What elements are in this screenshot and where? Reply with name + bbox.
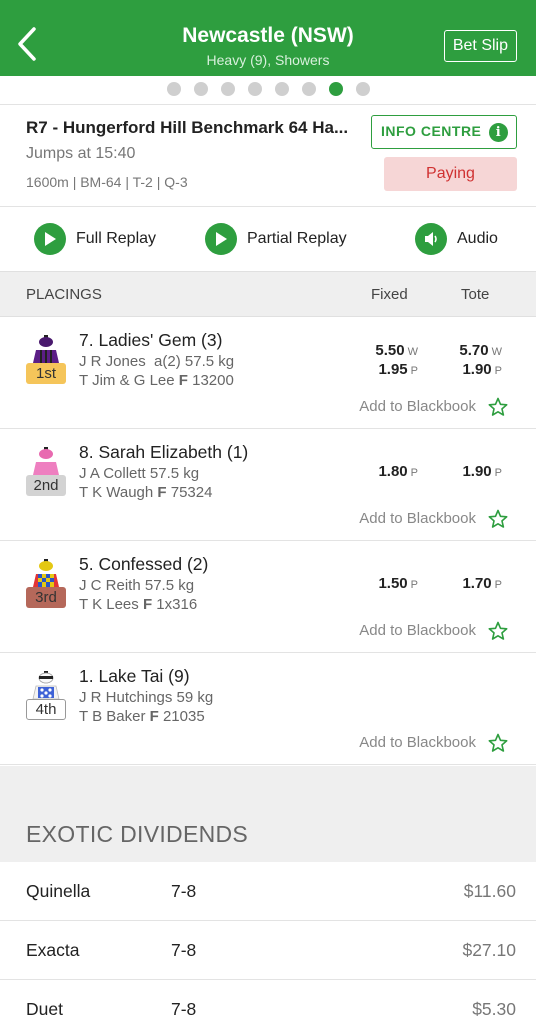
race-pager[interactable] — [0, 82, 536, 96]
fixed-column-header: Fixed — [371, 286, 408, 303]
add-to-blackbook-link[interactable]: Add to Blackbook — [359, 622, 476, 639]
pager-dot[interactable] — [193, 82, 208, 96]
tote-win-odds[interactable]: 5.70 W — [432, 342, 502, 359]
tote-place-odds[interactable]: 1.90 P — [432, 463, 502, 480]
bet-type: Duet — [26, 999, 63, 1019]
dividend: $11.60 — [463, 881, 516, 901]
fixed-place-odds[interactable]: 1.80 P — [348, 463, 418, 480]
place-badge: 4th — [26, 699, 66, 720]
combination: 7-8 — [171, 940, 197, 960]
race-title: R7 - Hungerford Hill Benchmark 64 Ha... — [26, 118, 349, 137]
bet-type: Exacta — [26, 940, 80, 960]
placings-header: PLACINGS Fixed Tote — [0, 271, 536, 317]
play-icon — [205, 223, 237, 255]
star-icon[interactable] — [488, 397, 508, 417]
place-badge: 2nd — [26, 475, 66, 496]
trainer-info: T Jim & G Lee F 13200 — [79, 372, 234, 389]
place-badge: 3rd — [26, 587, 66, 608]
bet-slip-button[interactable]: Bet Slip — [443, 30, 517, 62]
partial-replay-label: Partial Replay — [247, 230, 347, 247]
pager-dot[interactable] — [247, 82, 262, 96]
dividend: $5.30 — [472, 999, 516, 1019]
pager-dot[interactable] — [301, 82, 316, 96]
jump-time: Jumps at 15:40 — [26, 145, 136, 162]
combination: 7-8 — [171, 999, 197, 1019]
info-icon: i — [489, 123, 508, 142]
pager-dot[interactable] — [220, 82, 235, 96]
jockey-info: J R Hutchings 59 kg — [79, 689, 214, 706]
exotic-row: Quinella 7-8 $11.60 — [0, 862, 536, 921]
add-to-blackbook-link[interactable]: Add to Blackbook — [359, 398, 476, 415]
star-icon[interactable] — [488, 509, 508, 529]
combination: 7-8 — [171, 881, 197, 901]
runner-row[interactable]: 3rd 5. Confessed (2) J C Reith 57.5 kg T… — [0, 541, 536, 653]
tote-place-odds[interactable]: 1.70 P — [432, 575, 502, 592]
runner-row[interactable]: 1st 7. Ladies' Gem (3) J R Jones a(2) 57… — [0, 317, 536, 429]
place-badge: 1st — [26, 363, 66, 384]
exotic-dividends-title: EXOTIC DIVIDENDS — [26, 821, 249, 847]
pager-dot[interactable] — [355, 82, 370, 96]
add-to-blackbook-link[interactable]: Add to Blackbook — [359, 510, 476, 527]
info-centre-label: INFO CENTRE — [381, 123, 482, 139]
dividend: $27.10 — [462, 940, 516, 960]
tote-column-header: Tote — [461, 286, 490, 303]
pager-dot[interactable] — [274, 82, 289, 96]
placings-title: PLACINGS — [26, 286, 102, 303]
runner-name: 8. Sarah Elizabeth (1) — [79, 442, 249, 462]
trainer-info: T K Waugh F 75324 — [79, 484, 213, 501]
replay-bar: Full Replay Partial Replay Audio — [0, 207, 536, 271]
pager-dot-active[interactable] — [328, 82, 343, 96]
star-icon[interactable] — [488, 621, 508, 641]
status-badge: Paying — [384, 157, 517, 191]
runner-row[interactable]: 2nd 8. Sarah Elizabeth (1) J A Collett 5… — [0, 429, 536, 541]
race-meta: 1600m | BM-64 | T-2 | Q-3 — [26, 174, 188, 190]
play-icon — [34, 223, 66, 255]
trainer-info: T B Baker F 21035 — [79, 708, 205, 725]
runner-name: 1. Lake Tai (9) — [79, 666, 190, 686]
jockey-info: J C Reith 57.5 kg — [79, 577, 195, 594]
fixed-place-odds[interactable]: 1.95 P — [348, 361, 418, 378]
jockey-info: J R Jones a(2) 57.5 kg — [79, 353, 235, 370]
pager-dot[interactable] — [166, 82, 181, 96]
runner-row[interactable]: 4th 1. Lake Tai (9) J R Hutchings 59 kg … — [0, 653, 536, 765]
jockey-info: J A Collett 57.5 kg — [79, 465, 200, 482]
exotic-row: Exacta 7-8 $27.10 — [0, 921, 536, 980]
app-header: Newcastle (NSW) Heavy (9), Showers Bet S… — [0, 0, 536, 76]
runner-name: 5. Confessed (2) — [79, 554, 209, 574]
full-replay-label: Full Replay — [76, 230, 157, 247]
bet-type: Quinella — [26, 881, 91, 901]
runner-name: 7. Ladies' Gem (3) — [79, 330, 223, 350]
add-to-blackbook-link[interactable]: Add to Blackbook — [359, 734, 476, 751]
audio-label: Audio — [457, 230, 498, 247]
star-icon[interactable] — [488, 733, 508, 753]
exotic-row: Duet 7-8 $5.30 — [0, 980, 536, 1024]
info-centre-button[interactable]: INFO CENTRE i — [371, 115, 517, 149]
full-replay-button[interactable]: Full Replay — [34, 223, 156, 255]
fixed-win-odds[interactable]: 5.50 W — [348, 342, 418, 359]
exotic-section-header: EXOTIC DIVIDENDS — [0, 766, 536, 862]
tote-place-odds[interactable]: 1.90 P — [432, 361, 502, 378]
partial-replay-button[interactable]: Partial Replay — [205, 223, 347, 255]
fixed-place-odds[interactable]: 1.50 P — [348, 575, 418, 592]
audio-button[interactable]: Audio — [415, 223, 498, 255]
trainer-info: T K Lees F 1x316 — [79, 596, 198, 613]
speaker-icon — [415, 223, 447, 255]
race-info: R7 - Hungerford Hill Benchmark 64 Ha... … — [0, 104, 536, 207]
